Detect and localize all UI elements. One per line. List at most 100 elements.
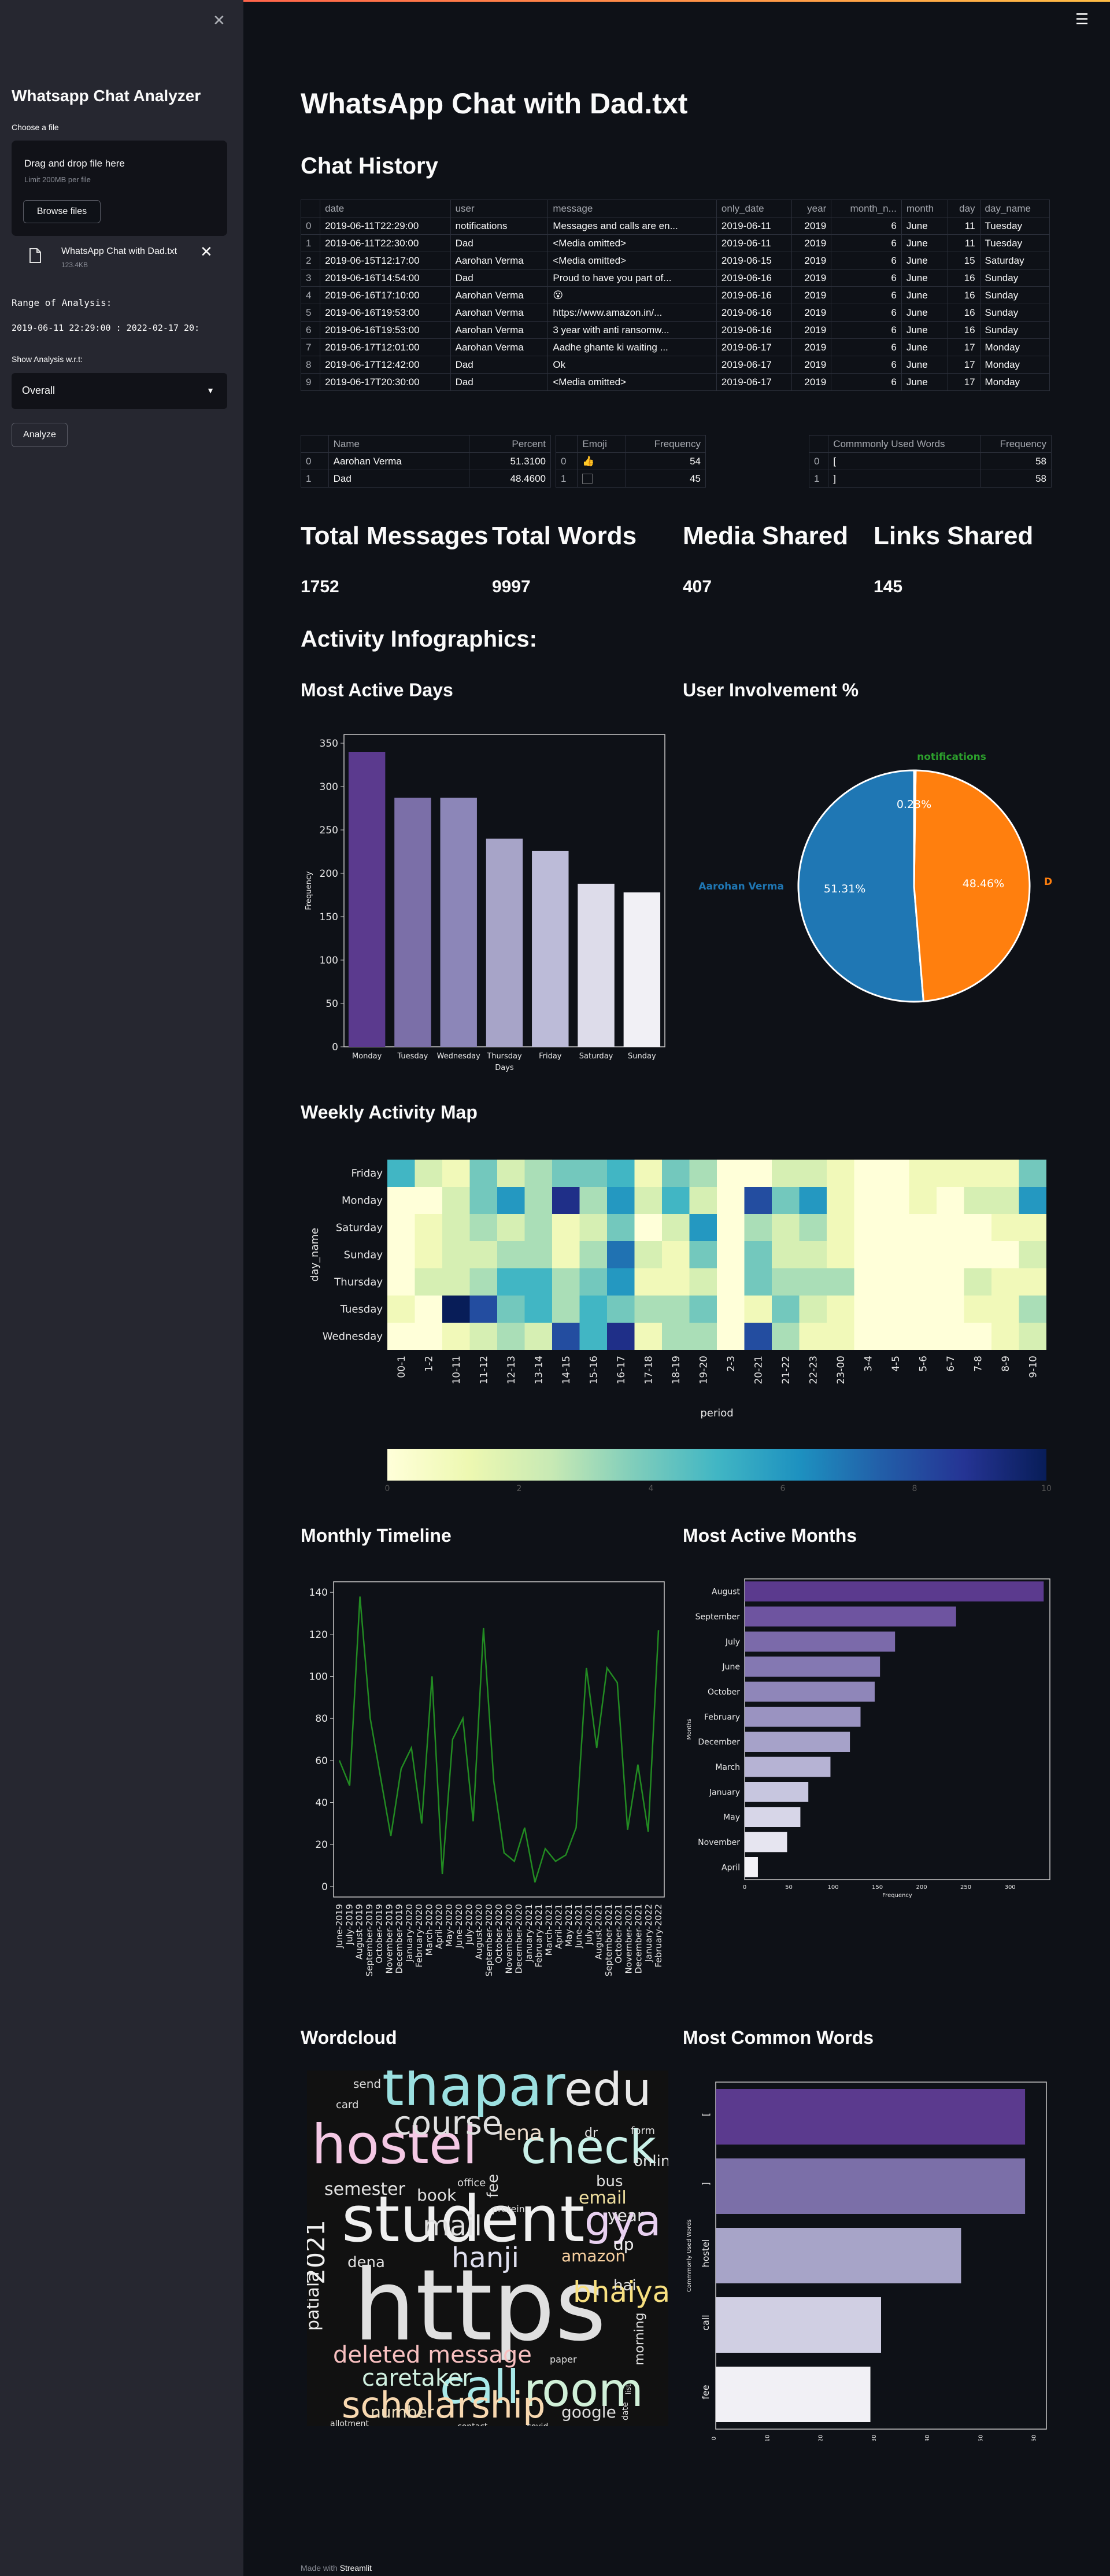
heatmap-cell [909,1214,937,1241]
table-row[interactable]: 4 2019-06-16T17:10:00 Aarohan Verma 😮 2019-0… [300,286,1050,304]
user-select[interactable]: Overall ▼ [12,373,227,409]
x-tick-label: April-2020 [434,1904,445,1949]
heatmap-col-label: 23-00 [835,1356,847,1384]
heatmap-cell [744,1296,772,1323]
words-header-1[interactable]: Commmonly Used Words [828,435,981,453]
table-row[interactable]: 2 2019-06-15T12:17:00 Aarohan Verma <Media … [300,252,1050,270]
table-cell: 2019 [791,234,832,252]
pie-label: Aarohan Verma [698,881,784,892]
weekly-heatmap: Friday Monday Saturday Sunday Thursday Tuesda… [309,1160,1052,1493]
heatmap-cell [991,1296,1019,1323]
file-dropzone[interactable]: Drag and drop file here Limit 200MB per … [12,141,227,236]
y-tick-label: hostel [700,2239,711,2268]
table-cell: Tuesday [979,217,1050,235]
x-tick-label: September-2019 [364,1904,375,1977]
heatmap-cell [799,1160,827,1187]
remove-file-icon[interactable]: ✕ [200,243,213,261]
table-cell: <Media omitted> [547,252,717,270]
bar [716,2367,871,2422]
table-row[interactable]: 1 Dad 48.4600 [301,470,552,488]
heatmap-cell [717,1214,745,1241]
heatmap-cell [634,1187,662,1214]
words-header-2[interactable]: Frequency [980,435,1052,453]
history-header-0[interactable] [300,200,321,217]
table-row[interactable]: 8 2019-06-17T12:42:00 Dad Ok 2019-06-17 2019 6… [300,356,1050,374]
history-header-4[interactable]: only_date [716,200,792,217]
heatmap-cell [552,1268,580,1296]
wordcloud-word: online [634,2153,668,2170]
heatmap-cell [442,1160,470,1187]
chat-history-table[interactable]: date user message only_date year month_n... mo… [300,200,1050,391]
sidebar-title: Whatsapp Chat Analyzer [12,87,201,105]
heatmap-cell [689,1268,717,1296]
history-header-9[interactable]: day_name [979,200,1050,217]
table-row[interactable]: 9 2019-06-17T20:30:00 Dad <Media omitted> 20… [300,373,1050,391]
table-row[interactable]: 6 2019-06-16T19:53:00 Aarohan Verma 3 year … [300,321,1050,339]
table-cell: 2019 [791,252,832,270]
table-row[interactable]: 3 2019-06-16T14:54:00 Dad Proud to have you… [300,269,1050,287]
browse-files-button[interactable]: Browse files [23,200,101,223]
percent-header-2[interactable]: Percent [468,435,552,453]
table-row[interactable]: 0 2019-06-11T22:29:00 notifications Message… [300,217,1050,235]
table-row[interactable]: 5 2019-06-16T19:53:00 Aarohan Verma https:/… [300,304,1050,322]
table-cell: 2019-06-17 [716,373,792,391]
file-size: 123.4KB [61,261,88,269]
heatmap-cell [991,1160,1019,1187]
percent-header-1[interactable]: Name [328,435,469,453]
table-row[interactable]: 7 2019-06-17T12:01:00 Aarohan Verma Aadhe g… [300,338,1050,356]
colorbar-tick: 6 [780,1484,786,1493]
heatmap-cell [579,1296,607,1323]
table-row[interactable]: 1 2019-06-11T22:30:00 Dad <Media omitted> 20… [300,234,1050,252]
table-row[interactable]: 0 Aarohan Verma 51.3100 [301,452,552,470]
history-header-7[interactable]: month [901,200,949,217]
history-header-3[interactable]: message [547,200,717,217]
x-tick-label: 0 [711,2437,717,2440]
heatmap-col-label: 11-12 [478,1356,490,1384]
x-tick-label: 0 [743,1884,746,1891]
heatmap-cell [662,1214,690,1241]
table-cell: 16 [948,286,980,304]
bar [745,1782,809,1802]
x-tick-label: 10 [764,2435,771,2441]
y-tick-label: May [723,1813,740,1822]
common-words-table[interactable]: Commmonly Used Words Frequency 0[58 1] 58 [808,435,1052,488]
history-header-1[interactable]: date [320,200,451,217]
history-header-8[interactable]: day [948,200,980,217]
history-header-6[interactable]: month_n... [831,200,902,217]
emoji-header-2[interactable]: Frequency [626,435,706,453]
analyze-button[interactable]: Analyze [12,423,68,447]
table-row[interactable]: 1 🏻 45 [555,470,706,488]
heatmap-cell [552,1296,580,1323]
table-cell: 2019-06-16 [716,304,792,322]
x-tick-label: July-2021 [583,1904,594,1945]
table-row[interactable]: 0 👍 54 [555,452,706,470]
x-tick-label: 150 [872,1884,883,1891]
heatmap-cell [497,1214,525,1241]
heatmap-cell [937,1214,964,1241]
x-tick-label: February-2022 [653,1904,664,1968]
wordcloud-image: thapareduhostel checkstudent gyahttpscall r… [307,2071,668,2426]
table-row[interactable]: 1] 58 [808,470,1052,488]
footer-brand[interactable]: Streamlit [340,2563,372,2573]
emoji-table[interactable]: Emoji Frequency 0 👍 54 1 🏻 45 [555,435,706,488]
percent-header-0[interactable] [301,435,329,453]
table-cell: 17 [948,338,980,356]
emoji-header-0[interactable] [555,435,578,453]
history-header-2[interactable]: user [450,200,549,217]
table-row[interactable]: 0[58 [808,452,1052,470]
heatmap-cell [415,1241,442,1268]
bar [578,884,615,1047]
emoji-header-1[interactable]: Emoji [577,435,627,453]
user-percent-table[interactable]: Name Percent 0 Aarohan Verma 51.3100 1 Dad 48.4… [301,435,552,488]
table-cell: June [901,338,949,356]
table-cell: 2019-06-16T19:53:00 [320,304,451,322]
close-sidebar-icon[interactable]: ✕ [213,12,225,29]
words-header-0[interactable] [808,435,829,453]
history-header-5[interactable]: year [791,200,832,217]
heatmap-cell [937,1187,964,1214]
row-index: 2 [300,252,321,270]
table-header-row: Name Percent [301,435,552,453]
table-cell: 2019-06-15 [716,252,792,270]
heatmap-cell [469,1241,497,1268]
bar [348,752,386,1047]
